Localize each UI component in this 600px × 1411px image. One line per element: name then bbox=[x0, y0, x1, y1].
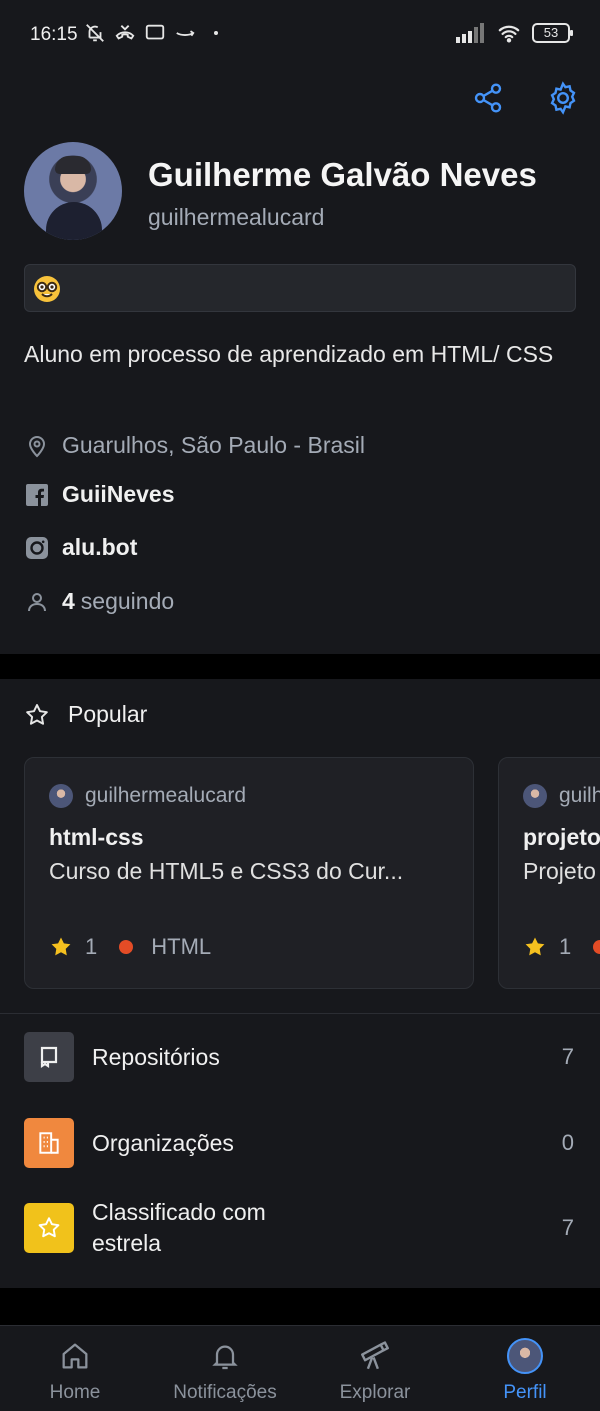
repo-name: html-css bbox=[49, 824, 144, 850]
settings-button[interactable] bbox=[543, 78, 583, 118]
star-filled-icon bbox=[525, 937, 545, 956]
list-item-count: 0 bbox=[561, 1130, 574, 1155]
location-pin-icon bbox=[28, 435, 46, 457]
nav-profile[interactable]: Perfil bbox=[450, 1336, 600, 1404]
bell-muted-icon bbox=[86, 24, 104, 42]
nav-home[interactable]: Home bbox=[0, 1336, 150, 1404]
avatar bbox=[507, 1338, 543, 1374]
repo-card[interactable]: guilhermealucard projeto Projeto 1 bbox=[498, 757, 600, 989]
bell-icon bbox=[212, 1345, 238, 1370]
status-box[interactable]: 🤓 bbox=[24, 264, 576, 312]
popular-title: Popular bbox=[68, 701, 148, 727]
battery-icon: 53 bbox=[532, 23, 573, 43]
following-count: 4 bbox=[62, 588, 75, 614]
instagram-icon bbox=[26, 536, 48, 559]
message-icon bbox=[145, 24, 165, 40]
dot-icon bbox=[214, 31, 218, 35]
repo-description: Curso de HTML5 e CSS3 do Cur... bbox=[49, 858, 404, 884]
repo-card[interactable]: guilhermealucard html-css Curso de HTML5… bbox=[24, 757, 474, 989]
nerd-face-icon bbox=[33, 275, 61, 308]
list-item-label: Classificado com estrela bbox=[92, 1199, 266, 1256]
list-item-label: Organizações bbox=[92, 1129, 234, 1156]
missed-call-icon bbox=[115, 25, 135, 40]
list-item-count: 7 bbox=[561, 1044, 574, 1069]
repo-stars: 1 bbox=[559, 934, 572, 959]
nav-notifications[interactable]: Notificações bbox=[150, 1336, 300, 1404]
repo-stars: 1 bbox=[85, 934, 98, 959]
profile-section: Guilherme Galvão Neves guilhermealucard … bbox=[0, 138, 600, 654]
home-icon bbox=[62, 1343, 88, 1369]
popular-header: Popular bbox=[24, 701, 147, 728]
repo-language: HTML bbox=[151, 934, 212, 959]
nav-profile-label: Perfil bbox=[503, 1382, 547, 1403]
profile-bio: Aluno em processo de aprendizado em HTML… bbox=[24, 341, 554, 367]
facebook-icon bbox=[26, 483, 48, 506]
facebook-link[interactable]: GuiiNeves bbox=[24, 481, 175, 508]
repo-icon bbox=[24, 1032, 74, 1082]
nav-home-label: Home bbox=[49, 1382, 101, 1403]
avatar bbox=[523, 784, 547, 808]
status-bar: 16:15 53 bbox=[0, 0, 600, 70]
popular-section: Popular guilhermealucard html-css Curso … bbox=[0, 679, 600, 1288]
star-outline-icon bbox=[26, 703, 48, 725]
star-filled-icon bbox=[51, 937, 71, 956]
share-button[interactable] bbox=[468, 78, 508, 118]
status-time: 16:15 bbox=[30, 24, 78, 45]
instagram-text: alu.bot bbox=[62, 534, 138, 560]
share-icon bbox=[474, 83, 502, 113]
bottom-navigation: Home Notificações Explorar Perfil bbox=[0, 1325, 600, 1411]
following-label: seguindo bbox=[80, 588, 175, 614]
repo-owner: guilhermealucard bbox=[559, 784, 600, 807]
location-text: Guarulhos, São Paulo - Brasil bbox=[62, 432, 365, 458]
language-dot bbox=[119, 940, 134, 954]
avatar bbox=[49, 784, 73, 808]
avatar[interactable] bbox=[24, 142, 122, 240]
repo-owner: guilhermealucard bbox=[85, 784, 247, 807]
person-icon bbox=[28, 592, 46, 611]
following-row[interactable]: 4 seguindo bbox=[24, 588, 174, 615]
list-item-repositories[interactable]: Repositórios 7 bbox=[24, 1032, 576, 1082]
organization-icon bbox=[24, 1118, 74, 1168]
facebook-text: GuiiNeves bbox=[62, 481, 175, 507]
repo-description: Projeto bbox=[523, 858, 596, 884]
app-bar bbox=[0, 70, 600, 138]
nav-explore-label: Explorar bbox=[339, 1382, 411, 1403]
divider bbox=[0, 1013, 600, 1014]
star-icon bbox=[24, 1203, 74, 1253]
list-item-organizations[interactable]: Organizações 0 bbox=[24, 1118, 576, 1168]
settings-icon bbox=[550, 81, 576, 115]
profile-username: guilhermealucard bbox=[148, 204, 325, 230]
nav-notifications-label: Notificações bbox=[173, 1382, 277, 1403]
signal-icon bbox=[456, 23, 484, 43]
amazon-icon bbox=[176, 30, 195, 37]
repo-name: projeto bbox=[523, 824, 600, 850]
list-item-starred[interactable]: Classificado com estrela 7 bbox=[24, 1199, 576, 1256]
wifi-icon bbox=[498, 25, 520, 43]
language-dot bbox=[593, 940, 600, 954]
list-item-label: Repositórios bbox=[92, 1043, 220, 1070]
telescope-icon bbox=[361, 1341, 389, 1370]
instagram-link[interactable]: alu.bot bbox=[24, 534, 137, 561]
nav-explore[interactable]: Explorar bbox=[300, 1336, 450, 1404]
profile-full-name: Guilherme Galvão Neves bbox=[148, 156, 537, 193]
list-item-count: 7 bbox=[561, 1215, 574, 1240]
location-row: Guarulhos, São Paulo - Brasil bbox=[24, 432, 365, 459]
